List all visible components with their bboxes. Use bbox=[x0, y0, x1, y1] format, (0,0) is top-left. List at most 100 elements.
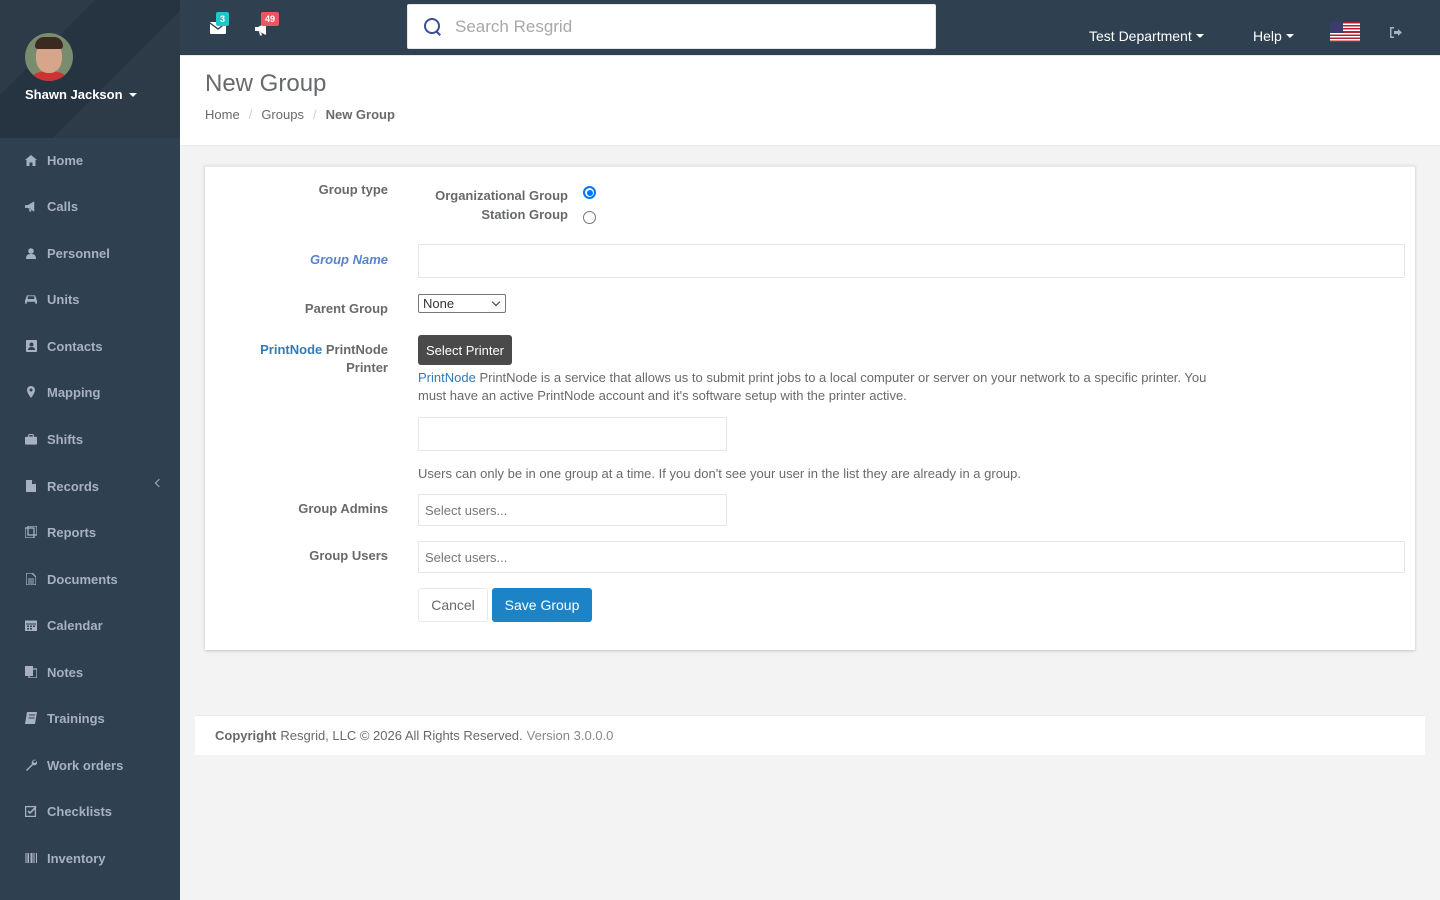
sidebar-item-trainings[interactable]: Trainings bbox=[0, 695, 180, 741]
sidebar-item-calls[interactable]: Calls bbox=[0, 183, 180, 229]
sidebar-item-label: Trainings bbox=[47, 710, 105, 726]
printer-input[interactable] bbox=[418, 417, 727, 451]
help-label: Help bbox=[1253, 28, 1282, 44]
breadcrumb-separator: / bbox=[248, 107, 253, 122]
flag-canton bbox=[1330, 22, 1343, 33]
sidebar-item-label: Home bbox=[47, 152, 84, 168]
sidebar-item-label: Mapping bbox=[47, 384, 101, 400]
parent-group-select[interactable]: None bbox=[418, 294, 506, 313]
sidebar-item-inventory[interactable]: Inventory bbox=[0, 835, 180, 881]
messages-badge: 3 bbox=[216, 12, 230, 26]
group-name-input[interactable] bbox=[418, 244, 1405, 278]
sidebar-item-label: Work orders bbox=[47, 757, 124, 773]
chevron-left-icon bbox=[154, 478, 164, 488]
messages-button[interactable]: 3 bbox=[209, 12, 230, 36]
alerts-button[interactable]: 49 bbox=[255, 12, 280, 36]
help-dropdown[interactable]: Help bbox=[1253, 28, 1294, 44]
printnode-label-line2: Printer bbox=[346, 360, 388, 375]
page-title: New Group bbox=[205, 70, 327, 97]
printnode-label-text: PrintNode bbox=[325, 342, 388, 357]
printnode-link[interactable]: PrintNode bbox=[260, 342, 322, 357]
sidebar-item-records[interactable]: Records bbox=[0, 463, 180, 509]
notes-icon bbox=[25, 666, 37, 678]
bullhorn-icon bbox=[25, 200, 37, 212]
sidebar-item-documents[interactable]: Documents bbox=[0, 556, 180, 602]
breadcrumb: Home / Groups / New Group bbox=[205, 107, 395, 122]
save-group-button[interactable]: Save Group bbox=[492, 588, 592, 622]
group-type-label: Group type bbox=[318, 182, 388, 197]
group-admins-label: Group Admins bbox=[298, 501, 388, 516]
chevron-down-icon bbox=[491, 297, 501, 307]
user-icon bbox=[25, 247, 37, 259]
sidebar-item-label: Personnel bbox=[47, 245, 110, 261]
user-menu-toggle[interactable]: Shawn Jackson bbox=[25, 87, 137, 102]
sidebar-item-label: Calls bbox=[47, 198, 79, 214]
calendar-icon bbox=[25, 619, 37, 631]
users-note: Users can only be in one group at a time… bbox=[418, 466, 1021, 481]
sidebar-item-label: Reports bbox=[47, 524, 97, 540]
group-admins-select[interactable]: Select users... bbox=[418, 494, 727, 526]
sidebar-item-label: Units bbox=[47, 291, 80, 307]
home-icon bbox=[25, 154, 37, 166]
sidebar-item-label: Inventory bbox=[47, 850, 106, 866]
new-group-form: Group type Organizational Group Station … bbox=[205, 165, 1415, 650]
breadcrumb-separator: / bbox=[312, 107, 317, 122]
sidebar-item-label: Calendar bbox=[47, 617, 103, 633]
group-name-label: Group Name bbox=[309, 252, 388, 267]
document-icon bbox=[25, 573, 37, 585]
sidebar-item-notes[interactable]: Notes bbox=[0, 649, 180, 695]
alerts-badge: 49 bbox=[261, 12, 280, 26]
sidebar-item-label: Shifts bbox=[47, 431, 84, 447]
printnode-help-link[interactable]: PrintNode bbox=[418, 370, 476, 385]
sidebar-item-label: Documents bbox=[47, 571, 118, 587]
station-group-label[interactable]: Station Group bbox=[435, 207, 568, 222]
reports-icon bbox=[25, 526, 37, 538]
sidebar-item-shifts[interactable]: Shifts bbox=[0, 416, 180, 462]
sidebar-item-home[interactable]: Home bbox=[0, 137, 180, 183]
select-printer-button[interactable]: Select Printer bbox=[418, 335, 512, 365]
caret-down-icon bbox=[128, 92, 137, 97]
breadcrumb-home[interactable]: Home bbox=[205, 107, 240, 122]
search-input[interactable] bbox=[455, 16, 895, 37]
breadcrumb-current: New Group bbox=[325, 107, 395, 122]
cancel-button[interactable]: Cancel bbox=[418, 588, 488, 622]
sidebar: Shawn Jackson Home Calls Personnel Units… bbox=[0, 0, 180, 900]
logout-button[interactable] bbox=[1390, 26, 1402, 38]
footer-copyright-label: Copyright bbox=[215, 728, 277, 743]
file-icon bbox=[25, 480, 37, 492]
sidebar-item-label: Notes bbox=[47, 664, 84, 680]
profile-header: Shawn Jackson bbox=[0, 0, 180, 138]
wrench-icon bbox=[25, 759, 37, 771]
sidebar-item-contacts[interactable]: Contacts bbox=[0, 323, 180, 369]
station-group-radio[interactable] bbox=[583, 211, 596, 224]
search-icon bbox=[423, 17, 443, 37]
briefcase-icon bbox=[25, 433, 37, 445]
sidebar-item-label: Contacts bbox=[47, 338, 103, 354]
sidebar-item-reports[interactable]: Reports bbox=[0, 509, 180, 555]
avatar-hair bbox=[35, 37, 63, 49]
top-navbar: 3 49 Test Department Help bbox=[180, 0, 1440, 56]
sidebar-item-checklists[interactable]: Checklists bbox=[0, 788, 180, 834]
department-dropdown[interactable]: Test Department bbox=[1089, 28, 1204, 44]
checklist-icon bbox=[25, 805, 37, 817]
us-flag-icon[interactable] bbox=[1330, 22, 1360, 42]
address-book-icon bbox=[25, 340, 37, 352]
printnode-printer-label: PrintNode PrintNode Printer bbox=[260, 341, 388, 377]
organizational-group-label[interactable]: Organizational Group bbox=[435, 188, 568, 203]
department-label: Test Department bbox=[1089, 28, 1192, 44]
caret-down-icon bbox=[1285, 34, 1294, 38]
organizational-group-radio[interactable] bbox=[583, 186, 596, 199]
avatar[interactable] bbox=[25, 33, 73, 81]
sidebar-item-calendar[interactable]: Calendar bbox=[0, 602, 180, 648]
barcode-icon bbox=[25, 852, 37, 864]
breadcrumb-groups[interactable]: Groups bbox=[261, 107, 304, 122]
caret-down-icon bbox=[1195, 34, 1204, 38]
sidebar-item-personnel[interactable]: Personnel bbox=[0, 230, 180, 276]
sidebar-item-mapping[interactable]: Mapping bbox=[0, 369, 180, 415]
book-icon bbox=[25, 712, 37, 724]
sidebar-item-units[interactable]: Units bbox=[0, 276, 180, 322]
page-heading: New Group Home / Groups / New Group bbox=[180, 56, 1440, 146]
footer-version: Version 3.0.0.0 bbox=[526, 728, 614, 743]
group-users-select[interactable]: Select users... bbox=[418, 541, 1405, 573]
sidebar-item-work-orders[interactable]: Work orders bbox=[0, 742, 180, 788]
